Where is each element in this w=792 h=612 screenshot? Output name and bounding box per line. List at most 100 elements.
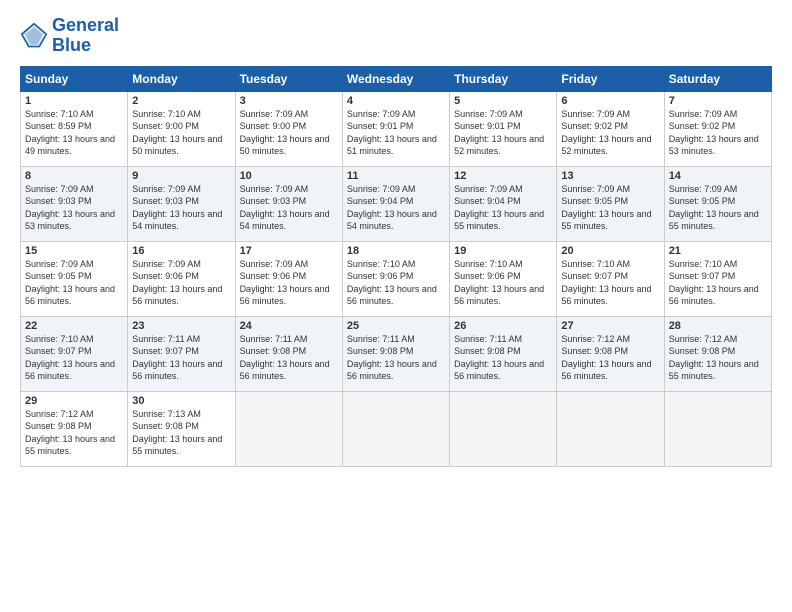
calendar-cell: 18 Sunrise: 7:10 AMSunset: 9:06 PMDaylig… [342, 241, 449, 316]
day-number: 20 [561, 245, 659, 257]
week-row-5: 29 Sunrise: 7:12 AMSunset: 9:08 PMDaylig… [21, 391, 772, 466]
calendar-cell: 12 Sunrise: 7:09 AMSunset: 9:04 PMDaylig… [450, 166, 557, 241]
day-number: 5 [454, 95, 552, 107]
day-number: 24 [240, 320, 338, 332]
day-header-monday: Monday [128, 66, 235, 91]
week-row-4: 22 Sunrise: 7:10 AMSunset: 9:07 PMDaylig… [21, 316, 772, 391]
day-header-saturday: Saturday [664, 66, 771, 91]
day-number: 19 [454, 245, 552, 257]
calendar-cell: 8 Sunrise: 7:09 AMSunset: 9:03 PMDayligh… [21, 166, 128, 241]
day-number: 9 [132, 170, 230, 182]
day-info: Sunrise: 7:09 AMSunset: 9:00 PMDaylight:… [240, 108, 338, 158]
day-number: 8 [25, 170, 123, 182]
day-number: 4 [347, 95, 445, 107]
day-info: Sunrise: 7:12 AMSunset: 9:08 PMDaylight:… [561, 333, 659, 383]
calendar-cell: 13 Sunrise: 7:09 AMSunset: 9:05 PMDaylig… [557, 166, 664, 241]
calendar-cell: 7 Sunrise: 7:09 AMSunset: 9:02 PMDayligh… [664, 91, 771, 166]
day-number: 10 [240, 170, 338, 182]
calendar-cell: 1 Sunrise: 7:10 AMSunset: 8:59 PMDayligh… [21, 91, 128, 166]
day-info: Sunrise: 7:10 AMSunset: 9:07 PMDaylight:… [669, 258, 767, 308]
calendar-cell: 3 Sunrise: 7:09 AMSunset: 9:00 PMDayligh… [235, 91, 342, 166]
calendar-table: SundayMondayTuesdayWednesdayThursdayFrid… [20, 66, 772, 467]
day-number: 1 [25, 95, 123, 107]
day-info: Sunrise: 7:10 AMSunset: 9:06 PMDaylight:… [347, 258, 445, 308]
week-row-2: 8 Sunrise: 7:09 AMSunset: 9:03 PMDayligh… [21, 166, 772, 241]
day-number: 6 [561, 95, 659, 107]
day-info: Sunrise: 7:10 AMSunset: 9:07 PMDaylight:… [561, 258, 659, 308]
day-info: Sunrise: 7:09 AMSunset: 9:06 PMDaylight:… [240, 258, 338, 308]
day-number: 16 [132, 245, 230, 257]
day-info: Sunrise: 7:09 AMSunset: 9:04 PMDaylight:… [454, 183, 552, 233]
day-info: Sunrise: 7:10 AMSunset: 9:06 PMDaylight:… [454, 258, 552, 308]
day-number: 18 [347, 245, 445, 257]
calendar-cell [342, 391, 449, 466]
header: General Blue [20, 16, 772, 56]
day-header-tuesday: Tuesday [235, 66, 342, 91]
day-number: 25 [347, 320, 445, 332]
day-info: Sunrise: 7:11 AMSunset: 9:08 PMDaylight:… [454, 333, 552, 383]
logo-icon [20, 22, 48, 50]
logo: General Blue [20, 16, 119, 56]
calendar-cell: 21 Sunrise: 7:10 AMSunset: 9:07 PMDaylig… [664, 241, 771, 316]
day-info: Sunrise: 7:12 AMSunset: 9:08 PMDaylight:… [25, 408, 123, 458]
day-info: Sunrise: 7:09 AMSunset: 9:01 PMDaylight:… [347, 108, 445, 158]
day-info: Sunrise: 7:10 AMSunset: 9:00 PMDaylight:… [132, 108, 230, 158]
calendar-cell: 25 Sunrise: 7:11 AMSunset: 9:08 PMDaylig… [342, 316, 449, 391]
calendar-cell: 17 Sunrise: 7:09 AMSunset: 9:06 PMDaylig… [235, 241, 342, 316]
day-number: 12 [454, 170, 552, 182]
day-number: 2 [132, 95, 230, 107]
week-row-3: 15 Sunrise: 7:09 AMSunset: 9:05 PMDaylig… [21, 241, 772, 316]
day-number: 29 [25, 395, 123, 407]
calendar-cell: 9 Sunrise: 7:09 AMSunset: 9:03 PMDayligh… [128, 166, 235, 241]
day-number: 13 [561, 170, 659, 182]
calendar-cell: 4 Sunrise: 7:09 AMSunset: 9:01 PMDayligh… [342, 91, 449, 166]
day-info: Sunrise: 7:09 AMSunset: 9:06 PMDaylight:… [132, 258, 230, 308]
day-info: Sunrise: 7:09 AMSunset: 9:03 PMDaylight:… [25, 183, 123, 233]
calendar-cell: 2 Sunrise: 7:10 AMSunset: 9:00 PMDayligh… [128, 91, 235, 166]
day-number: 27 [561, 320, 659, 332]
calendar-cell: 30 Sunrise: 7:13 AMSunset: 9:08 PMDaylig… [128, 391, 235, 466]
day-info: Sunrise: 7:09 AMSunset: 9:01 PMDaylight:… [454, 108, 552, 158]
page: General Blue SundayMondayTuesdayWednesda… [0, 0, 792, 612]
day-header-sunday: Sunday [21, 66, 128, 91]
day-header-wednesday: Wednesday [342, 66, 449, 91]
day-info: Sunrise: 7:11 AMSunset: 9:08 PMDaylight:… [240, 333, 338, 383]
day-number: 7 [669, 95, 767, 107]
day-number: 30 [132, 395, 230, 407]
calendar-cell: 27 Sunrise: 7:12 AMSunset: 9:08 PMDaylig… [557, 316, 664, 391]
day-number: 3 [240, 95, 338, 107]
day-number: 22 [25, 320, 123, 332]
week-row-1: 1 Sunrise: 7:10 AMSunset: 8:59 PMDayligh… [21, 91, 772, 166]
day-number: 17 [240, 245, 338, 257]
day-info: Sunrise: 7:10 AMSunset: 8:59 PMDaylight:… [25, 108, 123, 158]
calendar-cell: 14 Sunrise: 7:09 AMSunset: 9:05 PMDaylig… [664, 166, 771, 241]
day-info: Sunrise: 7:12 AMSunset: 9:08 PMDaylight:… [669, 333, 767, 383]
calendar-cell: 28 Sunrise: 7:12 AMSunset: 9:08 PMDaylig… [664, 316, 771, 391]
day-info: Sunrise: 7:09 AMSunset: 9:03 PMDaylight:… [240, 183, 338, 233]
day-number: 15 [25, 245, 123, 257]
day-number: 21 [669, 245, 767, 257]
day-info: Sunrise: 7:09 AMSunset: 9:05 PMDaylight:… [561, 183, 659, 233]
calendar-cell [235, 391, 342, 466]
day-info: Sunrise: 7:13 AMSunset: 9:08 PMDaylight:… [132, 408, 230, 458]
day-number: 11 [347, 170, 445, 182]
day-number: 14 [669, 170, 767, 182]
logo-text: General Blue [52, 16, 119, 56]
calendar-cell: 22 Sunrise: 7:10 AMSunset: 9:07 PMDaylig… [21, 316, 128, 391]
calendar-cell: 29 Sunrise: 7:12 AMSunset: 9:08 PMDaylig… [21, 391, 128, 466]
day-header-row: SundayMondayTuesdayWednesdayThursdayFrid… [21, 66, 772, 91]
day-info: Sunrise: 7:11 AMSunset: 9:08 PMDaylight:… [347, 333, 445, 383]
calendar-cell: 19 Sunrise: 7:10 AMSunset: 9:06 PMDaylig… [450, 241, 557, 316]
day-info: Sunrise: 7:09 AMSunset: 9:02 PMDaylight:… [561, 108, 659, 158]
day-info: Sunrise: 7:09 AMSunset: 9:04 PMDaylight:… [347, 183, 445, 233]
calendar-cell: 6 Sunrise: 7:09 AMSunset: 9:02 PMDayligh… [557, 91, 664, 166]
day-number: 28 [669, 320, 767, 332]
day-info: Sunrise: 7:09 AMSunset: 9:02 PMDaylight:… [669, 108, 767, 158]
calendar-cell: 20 Sunrise: 7:10 AMSunset: 9:07 PMDaylig… [557, 241, 664, 316]
day-header-friday: Friday [557, 66, 664, 91]
calendar-cell: 10 Sunrise: 7:09 AMSunset: 9:03 PMDaylig… [235, 166, 342, 241]
calendar-cell: 26 Sunrise: 7:11 AMSunset: 9:08 PMDaylig… [450, 316, 557, 391]
day-header-thursday: Thursday [450, 66, 557, 91]
calendar-cell: 15 Sunrise: 7:09 AMSunset: 9:05 PMDaylig… [21, 241, 128, 316]
calendar-cell: 23 Sunrise: 7:11 AMSunset: 9:07 PMDaylig… [128, 316, 235, 391]
